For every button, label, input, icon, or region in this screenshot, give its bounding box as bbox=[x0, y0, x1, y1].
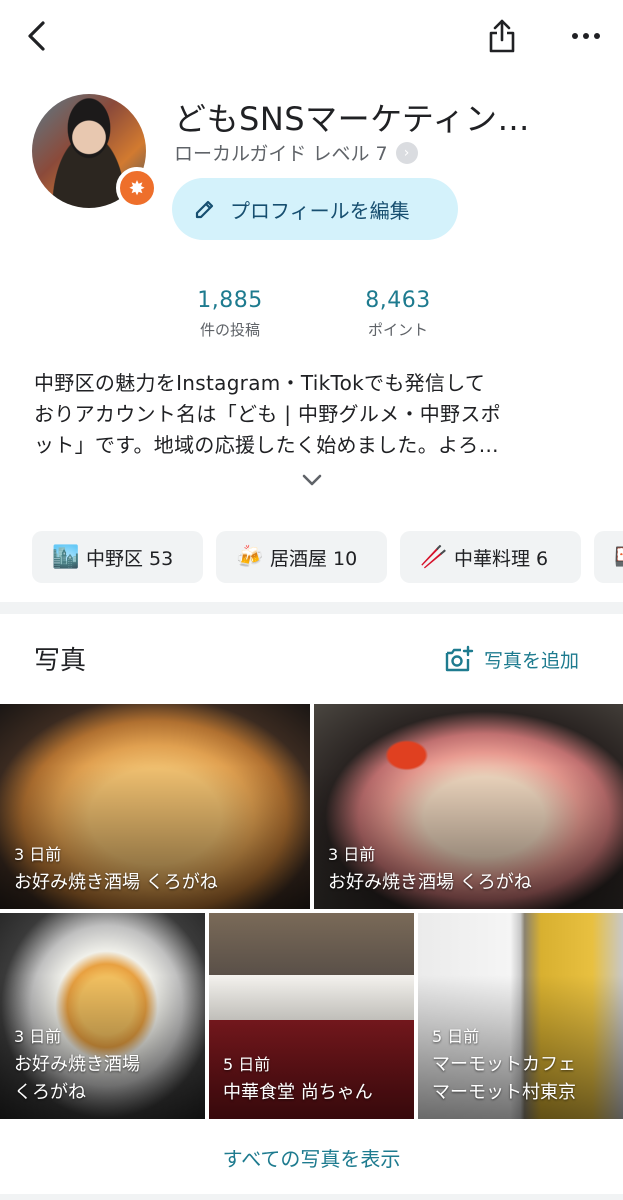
photo-place: くろがね bbox=[14, 1082, 86, 1103]
chevron-right-icon: › bbox=[395, 141, 418, 164]
bio-line: おりアカウント名は「ども | 中野グルメ・中野スポ bbox=[34, 402, 501, 426]
stat-points[interactable]: 8,463 ポイント bbox=[348, 288, 448, 340]
back-button[interactable] bbox=[18, 18, 54, 54]
photo-place: 中華食堂 尚ちゃん bbox=[223, 1082, 373, 1103]
chopsticks-icon: 🥢 bbox=[420, 544, 448, 570]
photo-place: マーモットカフェ bbox=[432, 1054, 576, 1075]
local-guide-badge: ✸ bbox=[116, 167, 158, 209]
photo-tile[interactable]: 5 日前 マーモットカフェ マーモット村東京 bbox=[418, 913, 623, 1119]
photo-place: お好み焼き酒場 bbox=[14, 1054, 140, 1075]
bio-line: ット」です。地域の応援したく始めました。よろ… bbox=[34, 433, 499, 457]
photo-place: マーモット村東京 bbox=[432, 1082, 576, 1103]
share-button[interactable] bbox=[484, 16, 520, 56]
chip-more[interactable]: 🍱 bbox=[594, 531, 623, 583]
expand-bio-button[interactable] bbox=[296, 466, 328, 494]
photos-title: 写真 bbox=[34, 646, 87, 676]
photo-caption: 3 日前 お好み焼き酒場 くろがね bbox=[328, 841, 532, 897]
photo-tile[interactable]: 3 日前 お好み焼き酒場 くろがね bbox=[0, 913, 205, 1119]
pencil-icon bbox=[195, 200, 214, 219]
chip-label: 居酒屋 10 bbox=[270, 547, 358, 570]
top-bar bbox=[0, 0, 623, 75]
add-photo-icon bbox=[445, 645, 474, 672]
chip-label: 中野区 53 bbox=[86, 547, 174, 570]
chip-chinese[interactable]: 🥢 中華料理 6 bbox=[400, 531, 581, 583]
more-horizontal-icon bbox=[572, 33, 600, 39]
photo-place: お好み焼き酒場 くろがね bbox=[14, 872, 218, 893]
guide-level-label: ローカルガイド レベル 7 bbox=[174, 143, 388, 165]
bento-icon: 🍱 bbox=[614, 545, 623, 570]
photo-date: 3 日前 bbox=[14, 1027, 62, 1046]
photo-date: 3 日前 bbox=[328, 845, 376, 864]
chevron-left-icon bbox=[28, 21, 45, 51]
stat-posts-label: 件の投稿 bbox=[199, 321, 260, 339]
guide-level[interactable]: ローカルガイド レベル 7 › bbox=[174, 139, 418, 166]
photo-place: お好み焼き酒場 くろがね bbox=[328, 872, 532, 893]
more-button[interactable] bbox=[566, 18, 606, 54]
category-chips: 🏙️ 中野区 53 🍻 居酒屋 10 🥢 中華料理 6 🍱 bbox=[32, 531, 623, 583]
chevron-down-icon bbox=[302, 474, 322, 486]
photo-tile[interactable]: 3 日前 お好み焼き酒場 くろがね bbox=[0, 704, 310, 909]
photo-tile[interactable]: 5 日前 中華食堂 尚ちゃん bbox=[209, 913, 414, 1119]
section-divider bbox=[0, 602, 623, 614]
stat-points-value: 8,463 bbox=[365, 288, 431, 313]
edit-profile-label: プロフィールを編集 bbox=[230, 198, 410, 223]
photo-date: 5 日前 bbox=[223, 1055, 271, 1074]
stat-posts[interactable]: 1,885 件の投稿 bbox=[180, 288, 280, 340]
chip-label: 中華料理 6 bbox=[454, 547, 549, 570]
chip-nakano[interactable]: 🏙️ 中野区 53 bbox=[32, 531, 203, 583]
profile-name: どもSNSマーケティン… bbox=[174, 100, 531, 138]
share-icon bbox=[489, 19, 515, 53]
bio: 中野区の魅力をInstagram・TikTokでも発信して おりアカウント名は「… bbox=[34, 368, 584, 461]
bio-line: 中野区の魅力をInstagram・TikTokでも発信して bbox=[34, 371, 486, 395]
photo-caption: 3 日前 お好み焼き酒場 くろがね bbox=[14, 841, 218, 897]
photo-tile[interactable]: 3 日前 お好み焼き酒場 くろがね bbox=[314, 704, 623, 909]
photo-caption: 3 日前 お好み焼き酒場 くろがね bbox=[14, 1023, 140, 1107]
stat-posts-value: 1,885 bbox=[197, 288, 263, 313]
local-guide-star-icon: ✸ bbox=[128, 176, 146, 200]
photo-caption: 5 日前 マーモットカフェ マーモット村東京 bbox=[432, 1023, 576, 1107]
photo-caption: 5 日前 中華食堂 尚ちゃん bbox=[223, 1051, 373, 1107]
edit-profile-button[interactable]: プロフィールを編集 bbox=[172, 178, 458, 240]
add-photo-button[interactable]: 写真を追加 bbox=[444, 645, 579, 673]
beer-icon: 🍻 bbox=[236, 544, 264, 570]
chip-izakaya[interactable]: 🍻 居酒屋 10 bbox=[216, 531, 387, 583]
photo-date: 3 日前 bbox=[14, 845, 62, 864]
add-photo-label: 写真を追加 bbox=[484, 649, 580, 672]
bottom-divider bbox=[0, 1194, 623, 1200]
show-all-photos-button[interactable]: すべての写真を表示 bbox=[0, 1120, 623, 1194]
city-icon: 🏙️ bbox=[52, 544, 80, 570]
photo-date: 5 日前 bbox=[432, 1027, 480, 1046]
stat-points-label: ポイント bbox=[367, 321, 428, 339]
